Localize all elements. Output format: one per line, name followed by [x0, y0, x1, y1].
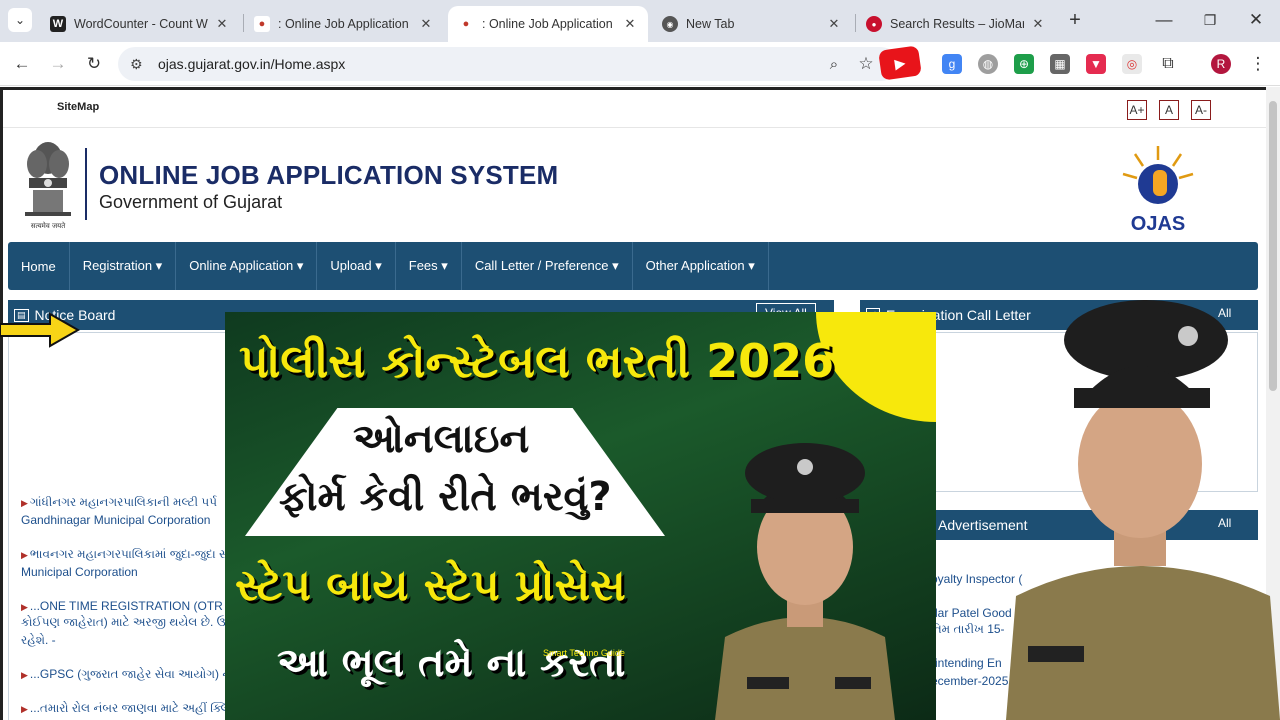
thumbnail-watermark: Smart Techno Guide: [543, 648, 625, 658]
back-arrow-icon[interactable]: ←: [10, 52, 34, 76]
list-item[interactable]: Municipal Corporation: [21, 564, 138, 580]
address-url[interactable]: ojas.gujarat.gov.in/Home.aspx: [158, 56, 345, 72]
browser-tab-ojas-1[interactable]: ● : Online Job Application S ✕: [244, 6, 444, 42]
list-item[interactable]: ▶ ...તમારો રોલ નંબર જાણવા માટે અહીં ક્લિ: [21, 700, 230, 717]
list-item[interactable]: રહેશે. -: [21, 632, 56, 648]
nav-fees[interactable]: Fees ▾: [396, 242, 462, 290]
sitemap-link[interactable]: SiteMap: [57, 101, 99, 113]
wordcounter-favicon-icon: W: [50, 16, 66, 32]
nav-other-application[interactable]: Other Application ▾: [633, 242, 769, 290]
browser-toolbar: ← → ↻ ⚙ ojas.gujarat.gov.in/Home.aspx ⌕ …: [0, 42, 1280, 86]
close-tab-icon[interactable]: ✕: [826, 16, 842, 32]
browser-menu-icon[interactable]: ⋮: [1246, 52, 1270, 76]
browser-tab-jiomart[interactable]: ● Search Results – JioMart ✕: [856, 6, 1056, 42]
tab-title: New Tab: [686, 17, 735, 31]
list-item[interactable]: તિમ તારીખ 15-: [931, 622, 1005, 637]
keyboard-extension-icon[interactable]: ▦: [1050, 54, 1070, 74]
tab-search-button[interactable]: ⌄: [8, 8, 32, 32]
tab-title: Search Results – JioMart: [890, 17, 1024, 31]
new-tab-button[interactable]: +: [1063, 8, 1087, 32]
main-navigation: Home Registration ▾ Online Application ▾…: [8, 242, 1258, 290]
nav-registration[interactable]: Registration ▾: [70, 242, 177, 290]
thumbnail-headline: પોલીસ કોન્સ્ટેબલ ભરતી 2026: [239, 334, 835, 388]
nav-online-application[interactable]: Online Application ▾: [176, 242, 318, 290]
top-utility-bar: SiteMap A+ A A-: [3, 90, 1266, 128]
screenshot-extension-icon[interactable]: ◎: [1122, 54, 1142, 74]
ojas-favicon-icon: ●: [254, 16, 270, 32]
thumbnail-line-form: ફોર્મ કેવી રીતે ભરવું?: [279, 474, 612, 520]
browser-tab-newtab[interactable]: ◉ New Tab ✕: [652, 6, 852, 42]
extensions-puzzle-icon[interactable]: ⧉: [1158, 54, 1178, 74]
browser-tab-bar: ⌄ W WordCounter - Count W ✕ ● : Online J…: [0, 0, 1280, 42]
nav-upload[interactable]: Upload ▾: [317, 242, 396, 290]
font-decrease-button[interactable]: A-: [1191, 100, 1211, 120]
close-tab-icon[interactable]: ✕: [418, 16, 434, 32]
thumbnail-line-online: ઓનલાઇન: [353, 416, 530, 462]
tab-title: : Online Job Application S: [278, 17, 412, 31]
list-item[interactable]: ▶ ...ONE TIME REGISTRATION (OTR: [21, 598, 223, 615]
profile-avatar[interactable]: R: [1211, 54, 1231, 74]
list-item[interactable]: rintending En: [931, 656, 1002, 670]
pocket-extension-icon[interactable]: ▼: [1086, 54, 1106, 74]
globe-extension-icon[interactable]: ◍: [978, 54, 998, 74]
list-item[interactable]: કોઈપણ જાહેરાત) માટે અરજી થયેલ છે. ઉમે: [21, 614, 234, 630]
minimize-window-icon[interactable]: —: [1152, 8, 1176, 32]
thumbnail-line-steps: સ્ટેપ બાય સ્ટેપ પ્રોસેસ: [235, 560, 626, 611]
font-reset-button[interactable]: A: [1159, 100, 1179, 120]
video-thumbnail: પોલીસ કોન્સ્ટેબલ ભરતી 2026 ઓનલાઇન ફોર્મ …: [225, 312, 936, 720]
nav-call-letter[interactable]: Call Letter / Preference ▾: [462, 242, 633, 290]
close-tab-icon[interactable]: ✕: [214, 16, 230, 32]
address-bar[interactable]: ⚙ ojas.gujarat.gov.in/Home.aspx: [118, 47, 898, 81]
police-officer-illustration: [715, 443, 895, 720]
list-item[interactable]: Gandhinagar Municipal Corporation: [21, 512, 210, 528]
yellow-arrow-icon: [0, 312, 80, 348]
font-increase-button[interactable]: A+: [1127, 100, 1147, 120]
thumbnail-line-warning: આ ભૂલ તમે ના કરતા: [277, 640, 626, 686]
ojas-logo-text: OJAS: [1131, 213, 1185, 235]
ojas-favicon-icon: ●: [462, 18, 470, 30]
reload-icon[interactable]: ↻: [82, 52, 106, 76]
list-item[interactable]: ▶ ગાંધીનગર મહાનગરપાલિકાની મલ્ટી પર્પ: [21, 494, 217, 511]
site-settings-icon[interactable]: ⚙: [130, 56, 148, 73]
tab-title: : Online Job Application S: [482, 17, 616, 31]
list-item[interactable]: ▶ ભાવનગર મહાનગરપાલિકામાં જુદા-જુદા સ: [21, 546, 229, 563]
bookmark-star-icon[interactable]: ☆: [854, 52, 878, 76]
zoom-icon[interactable]: ⌕: [822, 52, 846, 76]
forward-arrow-icon[interactable]: →: [46, 52, 70, 76]
national-emblem-icon: सत्यमेव जयते: [25, 142, 71, 230]
jiomart-favicon-icon: ●: [866, 16, 882, 32]
police-officer-large-illustration: [1006, 300, 1280, 720]
nav-home[interactable]: Home: [8, 242, 70, 290]
close-tab-icon[interactable]: ✕: [1030, 16, 1046, 32]
site-title: ONLINE JOB APPLICATION SYSTEM: [99, 160, 559, 190]
close-window-icon[interactable]: ✕: [1244, 8, 1268, 32]
ojas-logo-icon: OJAS: [1122, 146, 1194, 235]
vpn-extension-icon[interactable]: ⊕: [1014, 54, 1034, 74]
google-extension-icon[interactable]: g: [942, 54, 962, 74]
site-subtitle: Government of Gujarat: [99, 192, 283, 212]
header-divider: [85, 148, 87, 220]
browser-tab-ojas-active[interactable]: ● : Online Job Application S ✕: [448, 6, 648, 42]
browser-tab-wordcounter[interactable]: W WordCounter - Count W ✕: [40, 6, 240, 42]
close-tab-icon[interactable]: ✕: [622, 16, 638, 32]
youtube-extension-icon[interactable]: ▶: [878, 45, 922, 81]
restore-window-icon[interactable]: ❐: [1198, 8, 1222, 32]
tab-title: WordCounter - Count W: [74, 17, 208, 31]
chrome-favicon-icon: ◉: [662, 16, 678, 32]
list-item[interactable]: ▶ ...GPSC (ગુજરાત જાહેર સેવા આયોગ) ને: [21, 666, 231, 683]
emblem-caption: सत्यमेव जयते: [31, 221, 66, 230]
